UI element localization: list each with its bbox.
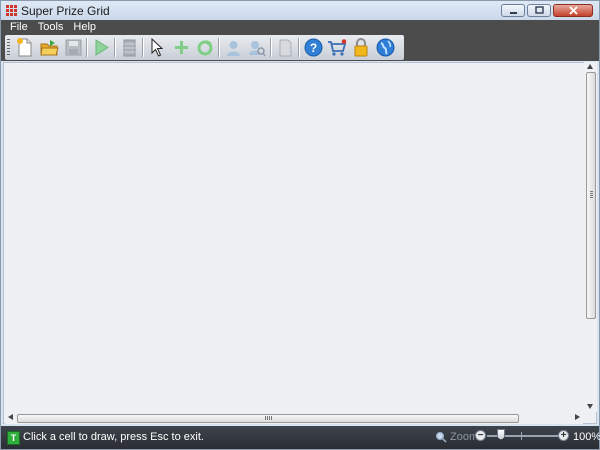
zoom-label: Zoom xyxy=(450,431,479,443)
globe-icon xyxy=(376,38,394,57)
status-message: Click a cell to draw, press Esc to exit. xyxy=(23,431,204,443)
menu-tools[interactable]: Tools xyxy=(33,21,69,33)
toolbar-separator xyxy=(218,38,220,57)
vertical-scrollbar[interactable] xyxy=(584,62,597,412)
user-button[interactable] xyxy=(223,38,243,58)
search-user-icon xyxy=(249,40,266,56)
find-user-button[interactable] xyxy=(247,38,267,58)
add-icon xyxy=(174,41,188,54)
close-button[interactable] xyxy=(553,4,593,17)
help-icon: ? xyxy=(304,38,322,57)
zoom-slider-thumb[interactable] xyxy=(497,429,505,440)
lock-icon xyxy=(354,38,368,57)
toolbar-grip[interactable] xyxy=(7,39,10,56)
refresh-icon xyxy=(197,39,213,55)
new-button[interactable] xyxy=(15,38,35,58)
add-button[interactable] xyxy=(171,38,191,58)
scroll-down-icon[interactable] xyxy=(587,404,593,409)
status-draw-icon: T xyxy=(7,431,20,445)
menu-file[interactable]: File xyxy=(1,21,33,33)
minimize-icon xyxy=(509,12,517,14)
save-button[interactable] xyxy=(63,38,83,58)
svg-text:?: ? xyxy=(309,41,316,55)
toolbar-separator xyxy=(142,38,144,57)
minimize-button[interactable] xyxy=(501,4,525,17)
horizontal-scroll-thumb[interactable] xyxy=(17,414,519,423)
toolbar: ? xyxy=(1,34,599,61)
open-folder-icon xyxy=(39,39,59,55)
save-disk-icon xyxy=(65,39,81,56)
scroll-up-icon[interactable] xyxy=(587,64,593,69)
layers-button[interactable] xyxy=(119,38,139,58)
buy-button[interactable] xyxy=(327,38,347,58)
app-window: Super Prize Grid File Tools Help ? T Cli… xyxy=(0,0,600,450)
vertical-scroll-thumb[interactable] xyxy=(586,72,596,319)
zoom-in-button[interactable]: + xyxy=(558,430,569,441)
play-icon xyxy=(95,39,109,56)
pointer-icon xyxy=(151,38,164,57)
status-bar: T Click a cell to draw, press Esc to exi… xyxy=(1,426,600,449)
grid-canvas[interactable] xyxy=(3,62,597,424)
menu-bar: File Tools Help xyxy=(1,20,599,34)
page-icon xyxy=(279,39,291,56)
user-icon xyxy=(226,40,240,56)
page-button[interactable] xyxy=(275,38,295,58)
new-document-icon xyxy=(17,38,32,57)
zoom-percentage: 100% xyxy=(573,431,600,443)
horizontal-scrollbar[interactable] xyxy=(5,412,583,424)
toolbar-separator xyxy=(114,38,116,57)
help-button[interactable]: ? xyxy=(303,38,323,58)
zoom-slider-tick xyxy=(521,432,522,440)
register-button[interactable] xyxy=(351,38,371,58)
scroll-left-icon[interactable] xyxy=(8,414,13,420)
menu-help[interactable]: Help xyxy=(68,21,101,33)
maximize-button[interactable] xyxy=(527,4,551,17)
app-grid-icon xyxy=(6,5,17,16)
cart-icon xyxy=(328,38,347,56)
refresh-button[interactable] xyxy=(195,38,215,58)
open-button[interactable] xyxy=(39,38,59,58)
scroll-right-icon[interactable] xyxy=(575,414,580,420)
window-title: Super Prize Grid xyxy=(21,4,110,18)
maximize-icon xyxy=(534,6,544,14)
stack-icon xyxy=(123,39,135,56)
title-bar[interactable]: Super Prize Grid xyxy=(1,1,599,20)
run-button[interactable] xyxy=(91,38,111,58)
zoom-magnifier-icon xyxy=(435,431,447,443)
toolbar-separator xyxy=(298,38,300,57)
close-icon xyxy=(568,6,578,15)
toolbar-separator xyxy=(270,38,272,57)
zoom-out-button[interactable]: − xyxy=(475,430,486,441)
website-button[interactable] xyxy=(375,38,395,58)
select-button[interactable] xyxy=(147,38,167,58)
toolbar-separator xyxy=(86,38,88,57)
